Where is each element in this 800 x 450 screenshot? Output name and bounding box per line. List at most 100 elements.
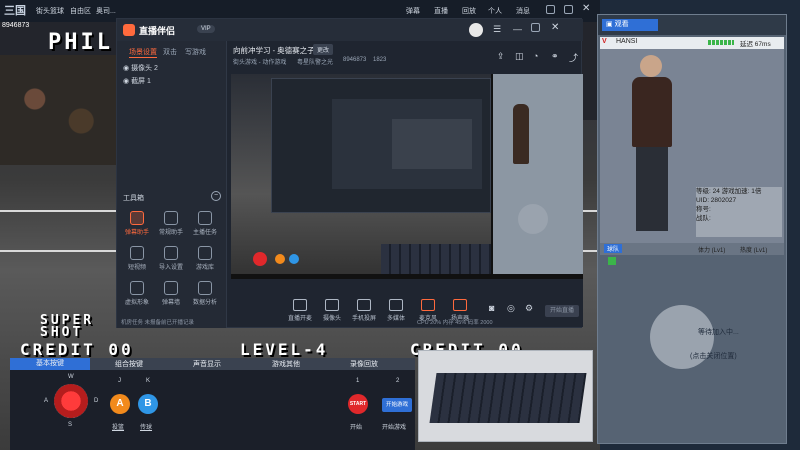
scene-label: 摄像头 2 xyxy=(131,65,158,72)
game-super-shot: SUPER SHOT xyxy=(40,313,95,340)
tool-game[interactable]: 游戏库 xyxy=(191,246,219,271)
settings-icon[interactable]: ☰ xyxy=(493,24,501,35)
preview-nested-window-deep xyxy=(392,119,472,169)
preview-red-button xyxy=(253,252,267,266)
brand-badge: VIP xyxy=(197,25,215,33)
control-screen-share[interactable]: 直播开麦 xyxy=(285,299,315,322)
key-k-label: K xyxy=(146,378,151,384)
strip-tab-basic[interactable]: 基本按键 xyxy=(10,358,90,370)
scene-item[interactable]: ◉ 截屏 1 xyxy=(123,76,151,86)
scene-item[interactable]: ◉ 摄像头 2 xyxy=(123,63,158,73)
tool-danmaku[interactable]: 弹幕助手 xyxy=(123,211,151,236)
watch-tab[interactable]: ▣ 观看 xyxy=(602,19,658,31)
assistant-icon xyxy=(164,211,178,225)
share-out-icon[interactable]: ⤴ xyxy=(569,51,578,64)
bell-icon[interactable]: ◔ xyxy=(533,51,538,61)
tool-video[interactable]: 短视频 xyxy=(123,246,151,271)
control-camera[interactable]: 摄像头 xyxy=(317,299,347,322)
start-live-button[interactable]: 开始直播 xyxy=(545,305,579,317)
key-a-button[interactable]: A xyxy=(110,394,130,414)
status-right: CPU 20% 内存 45% 码率 2000 xyxy=(417,320,493,326)
brand-name: 直播伴侣 xyxy=(139,26,176,36)
close-icon[interactable]: ✕ xyxy=(551,22,559,33)
player-info-line: 战队: xyxy=(696,215,711,222)
tab-scene-settings[interactable]: 场景设置 xyxy=(129,47,157,58)
gear-icon[interactable]: ⚙ xyxy=(525,303,533,314)
tool-task[interactable]: 主播任务 xyxy=(191,211,219,236)
strip-tab-replay[interactable]: 录像回放 xyxy=(350,359,378,369)
preview-orange-button xyxy=(275,254,285,264)
room-title: 向前冲学习 - 奥德赛之子! xyxy=(233,46,317,55)
share-icon[interactable]: ⇪ xyxy=(497,51,505,62)
room-edit-button[interactable]: 更改 xyxy=(313,44,334,55)
outer-tab[interactable]: 自由区 xyxy=(70,6,91,16)
strip-tab-other[interactable]: 游戏其他 xyxy=(272,359,300,369)
joystick-button[interactable] xyxy=(54,384,88,418)
game-credit-left: CREDIT 00 xyxy=(20,340,134,359)
tool-label: 弹幕墙 xyxy=(161,300,180,306)
user-avatar[interactable] xyxy=(469,23,483,37)
game-phil-text: PHIL xyxy=(48,30,113,55)
bag-icon[interactable]: ◫ xyxy=(515,51,524,62)
control-media[interactable]: 多媒体 xyxy=(381,299,411,322)
live-preview[interactable] xyxy=(231,74,583,296)
tool-label: 虚拟形象 xyxy=(124,300,149,306)
ready-indicator-icon xyxy=(608,257,616,265)
close-icon[interactable]: ✕ xyxy=(582,3,590,14)
start-caption: 开始 xyxy=(350,425,363,431)
tool-wall[interactable]: 弹幕墙 xyxy=(157,281,185,306)
dpad-down-label: S xyxy=(68,422,73,428)
top-action-profile[interactable]: 个人 xyxy=(488,6,502,16)
character-jacket xyxy=(632,77,672,147)
waiting-label: 等待加入中... xyxy=(698,329,739,336)
tool-chart[interactable]: 数据分析 xyxy=(191,281,219,306)
microphone-icon xyxy=(421,299,435,311)
dpad-up-label: W xyxy=(68,374,74,380)
maximize-icon[interactable] xyxy=(531,23,540,34)
brand-logo-icon xyxy=(123,24,135,36)
link-icon[interactable]: ⚭ xyxy=(551,51,559,62)
key-b-button[interactable]: B xyxy=(138,394,158,414)
keyboard-image xyxy=(429,373,587,423)
collapse-icon[interactable]: − xyxy=(211,191,221,201)
top-action-danmaku[interactable]: 弹幕 xyxy=(406,6,420,16)
player-info-line: 称号: xyxy=(696,206,711,213)
room-category[interactable]: 街头游戏 - 动作游戏 xyxy=(233,57,286,66)
scene-sidebar: 场景设置 双击 写游戏 ◉ 摄像头 2 ◉ 截屏 1 工具箱 − 弹幕助手 常规… xyxy=(117,41,227,328)
chart-icon xyxy=(198,281,212,295)
minimize-icon[interactable] xyxy=(546,5,555,16)
preview-right-panel xyxy=(493,74,583,274)
tool-label: 游戏库 xyxy=(195,265,214,271)
target-icon[interactable]: ◎ xyxy=(507,303,515,314)
dpad-right-label: D xyxy=(94,398,99,404)
top-action-messages[interactable]: 消息 xyxy=(516,6,530,16)
minimize-icon[interactable]: — xyxy=(513,24,522,34)
top-action-replay[interactable]: 回放 xyxy=(462,6,476,16)
preview-character xyxy=(513,104,529,164)
control-phone-cast[interactable]: 手机投屏 xyxy=(349,299,379,322)
outer-tab[interactable]: 奥司... xyxy=(96,6,116,16)
outer-tab[interactable]: 街头篮球 xyxy=(36,6,64,16)
tool-import[interactable]: 导入设置 xyxy=(157,246,185,271)
latency-label: 延迟 67ms xyxy=(740,41,771,48)
strip-tab-sound[interactable]: 声音显示 xyxy=(193,359,221,369)
camera-icon xyxy=(325,299,339,311)
tool-assistant[interactable]: 常规助手 xyxy=(157,211,185,236)
record-icon[interactable]: ◙ xyxy=(489,303,494,313)
app-logo: 三国 xyxy=(4,5,26,17)
top-action-live[interactable]: 直播 xyxy=(434,6,448,16)
maximize-icon[interactable] xyxy=(564,5,573,16)
eye-icon[interactable]: ◉ xyxy=(123,65,129,72)
tab-double[interactable]: 双击 xyxy=(163,47,177,57)
start-number: 1 xyxy=(356,378,360,384)
invite-slot-button[interactable]: (点击关闭位置) xyxy=(690,351,737,361)
start-game-button[interactable]: 开始游戏 xyxy=(382,398,412,412)
player-info-line: 等级: 24 游戏加速: 1倍 xyxy=(696,188,762,195)
eye-icon[interactable]: ◉ xyxy=(123,78,129,85)
tool-label: 弹幕助手 xyxy=(124,230,149,236)
team-tag[interactable]: 球队 xyxy=(604,244,623,253)
tab-game[interactable]: 写游戏 xyxy=(185,47,206,57)
strip-tab-combo[interactable]: 组合按键 xyxy=(115,359,143,369)
start-button[interactable]: START xyxy=(348,394,368,414)
tool-avatar[interactable]: 虚拟形象 xyxy=(123,281,151,306)
